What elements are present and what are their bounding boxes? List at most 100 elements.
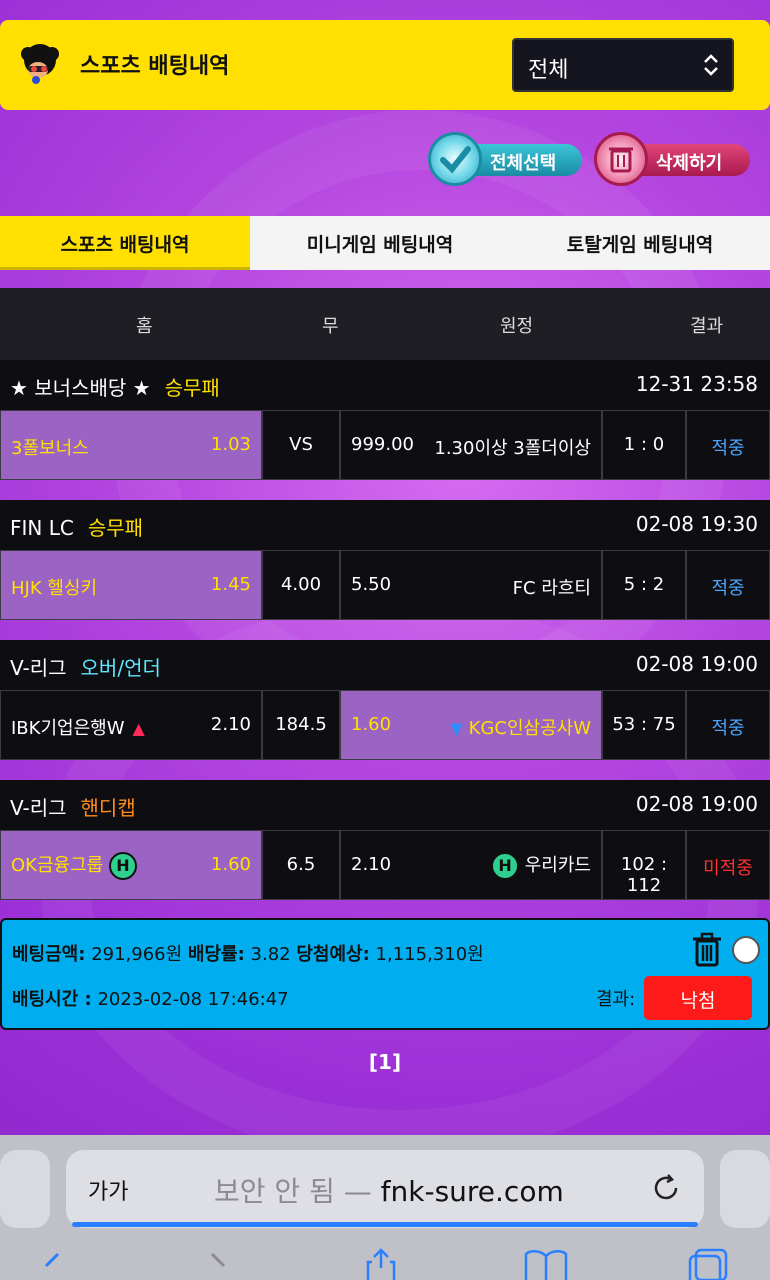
game-header: ★ 보너스배당 ★ 승무패 12-31 23:58 <box>0 360 770 410</box>
table-header: 홈 무 원정 결과 <box>0 288 770 360</box>
home-odd: 1.03 <box>210 434 251 455</box>
column-result: 결과 <box>690 316 724 337</box>
draw-cell: 4.00 <box>262 550 340 620</box>
bet-summary: 베팅금액: 291,966원 배당률: 3.82 당첨예상: 1,115,310… <box>0 918 770 1030</box>
result-badge: 낙첨 <box>644 976 752 1020</box>
market-type: 승무패 <box>87 516 144 540</box>
score: 53 : 75 <box>612 714 676 735</box>
under-arrow-down-icon: ▼ <box>450 719 463 738</box>
draw-cell: 184.5 <box>262 690 340 760</box>
status-cell: 적중 <box>686 410 770 480</box>
status-badge: 적중 <box>711 438 745 459</box>
away-odd: 2.10 <box>351 854 392 875</box>
forward-icon[interactable] <box>206 1248 230 1280</box>
league-name: V-리그 <box>10 656 67 680</box>
expected-label: 당첨예상: <box>296 944 370 965</box>
share-icon[interactable] <box>364 1248 398 1280</box>
tab-totalgame[interactable]: 토탈게임 베팅내역 <box>510 216 770 270</box>
away-cell: 1.60 ▼ KGC인삼공사W <box>340 690 602 760</box>
filter-select-value: 전체 <box>528 58 569 83</box>
status-cell: 적중 <box>686 550 770 620</box>
odds-value: 3.82 <box>250 944 291 965</box>
score-cell: 53 : 75 <box>602 690 686 760</box>
tab-sports[interactable]: 스포츠 배팅내역 <box>0 216 250 270</box>
away-team: 우리카드 <box>524 855 591 876</box>
bet-time: 2023-02-08 17:46:47 <box>97 989 289 1010</box>
url-domain: fnk-sure.com <box>380 1175 564 1208</box>
next-tab-preview[interactable] <box>720 1150 770 1228</box>
column-home: 홈 <box>136 316 153 337</box>
draw-cell: VS <box>262 410 340 480</box>
game-header: V-리그 핸디캡 02-08 19:00 <box>0 780 770 830</box>
handicap-value: 6.5 <box>286 854 316 875</box>
score: 1 : 0 <box>623 434 665 455</box>
table-row: HJK 헬싱키 1.45 4.00 5.50 FC 라흐티 5 : 2 적중 <box>0 550 770 620</box>
score-cell: 5 : 2 <box>602 550 686 620</box>
avatar-logo-icon <box>18 42 62 86</box>
select-all-button[interactable]: 전체선택 <box>428 132 582 186</box>
league-name: FIN LC <box>10 516 74 540</box>
reload-icon[interactable] <box>650 1172 682 1208</box>
expected-value: 1,115,310원 <box>375 944 484 965</box>
status-badge: 적중 <box>711 718 745 739</box>
home-cell: OK금융그룹 H 1.60 <box>0 830 262 900</box>
result-label: 결과: <box>596 989 636 1010</box>
game-header: V-리그 오버/언더 02-08 19:00 <box>0 640 770 690</box>
score-cell: 102 : 112 <box>602 830 686 900</box>
table-row: OK금융그룹 H 1.60 6.5 2.10 H 우리카드 102 : 112 … <box>0 830 770 900</box>
home-odd: 2.10 <box>210 714 251 735</box>
tab-minigame[interactable]: 미니게임 베팅내역 <box>250 216 510 270</box>
handicap-h-icon: H <box>108 852 137 880</box>
trash-icon[interactable] <box>690 932 724 968</box>
home-team: IBK기업은행W <box>11 718 125 739</box>
page-load-progress <box>72 1222 698 1227</box>
home-cell: HJK 헬싱키 1.45 <box>0 550 262 620</box>
text-size-button[interactable]: 가가 <box>88 1174 128 1206</box>
away-cell: 999.00 1.30이상 3폴더이상 <box>340 410 602 480</box>
address-bar[interactable]: 가가 보안 안 됨 — fnk-sure.com <box>66 1150 704 1228</box>
bet-amount: 291,966원 <box>91 944 183 965</box>
home-odd: 1.60 <box>210 854 251 875</box>
column-away: 원정 <box>500 316 534 337</box>
game-time: 02-08 19:30 <box>635 512 758 536</box>
bet-amount-label: 베팅금액: <box>12 944 86 965</box>
line-value: 184.5 <box>275 714 327 735</box>
home-team: 3폴보너스 <box>11 438 89 459</box>
game-time: 02-08 19:00 <box>635 652 758 676</box>
status-cell: 미적중 <box>686 830 770 900</box>
table-row: 3폴보너스 1.03 VS 999.00 1.30이상 3폴더이상 1 : 0 … <box>0 410 770 480</box>
away-cell: 2.10 H 우리카드 <box>340 830 602 900</box>
filter-select[interactable]: 전체 <box>512 38 734 92</box>
status-badge: 미적중 <box>703 858 753 879</box>
tabs-icon[interactable] <box>688 1248 728 1280</box>
handicap-h-icon: H <box>491 852 520 880</box>
delete-button[interactable]: 삭제하기 <box>594 132 750 186</box>
game-time: 02-08 19:00 <box>635 792 758 816</box>
select-checkbox[interactable] <box>732 936 760 964</box>
away-odd: 5.50 <box>351 574 392 595</box>
insecure-label: 보안 안 됨 — <box>214 1175 372 1208</box>
home-team: OK금융그룹 <box>11 855 104 876</box>
home-odd: 1.45 <box>210 574 251 595</box>
score-cell: 1 : 0 <box>602 410 686 480</box>
page-header: 스포츠 배팅내역 전체 <box>0 20 770 110</box>
game-header: FIN LC 승무패 02-08 19:30 <box>0 500 770 550</box>
draw-value: 4.00 <box>280 574 322 595</box>
status-cell: 적중 <box>686 690 770 760</box>
away-team: 1.30이상 3폴더이상 <box>434 438 591 459</box>
back-icon[interactable] <box>40 1248 64 1280</box>
prev-tab-preview[interactable] <box>0 1150 50 1228</box>
status-badge: 적중 <box>711 578 745 599</box>
trash-icon <box>594 132 648 186</box>
away-team: KGC인삼공사W <box>468 718 591 739</box>
score: 102 : 112 <box>620 854 668 896</box>
updown-chevron-icon <box>702 52 720 84</box>
market-type: 오버/언더 <box>80 656 161 680</box>
away-odd: 1.60 <box>351 714 392 735</box>
bookmarks-icon[interactable] <box>524 1248 568 1280</box>
pagination[interactable]: [1] <box>0 1050 770 1074</box>
bet-time-label: 배팅시간 : <box>12 989 92 1010</box>
away-odd: 999.00 <box>351 434 414 455</box>
score: 5 : 2 <box>623 574 665 595</box>
table-row: IBK기업은행W ▲ 2.10 184.5 1.60 ▼ KGC인삼공사W 53 :… <box>0 690 770 760</box>
